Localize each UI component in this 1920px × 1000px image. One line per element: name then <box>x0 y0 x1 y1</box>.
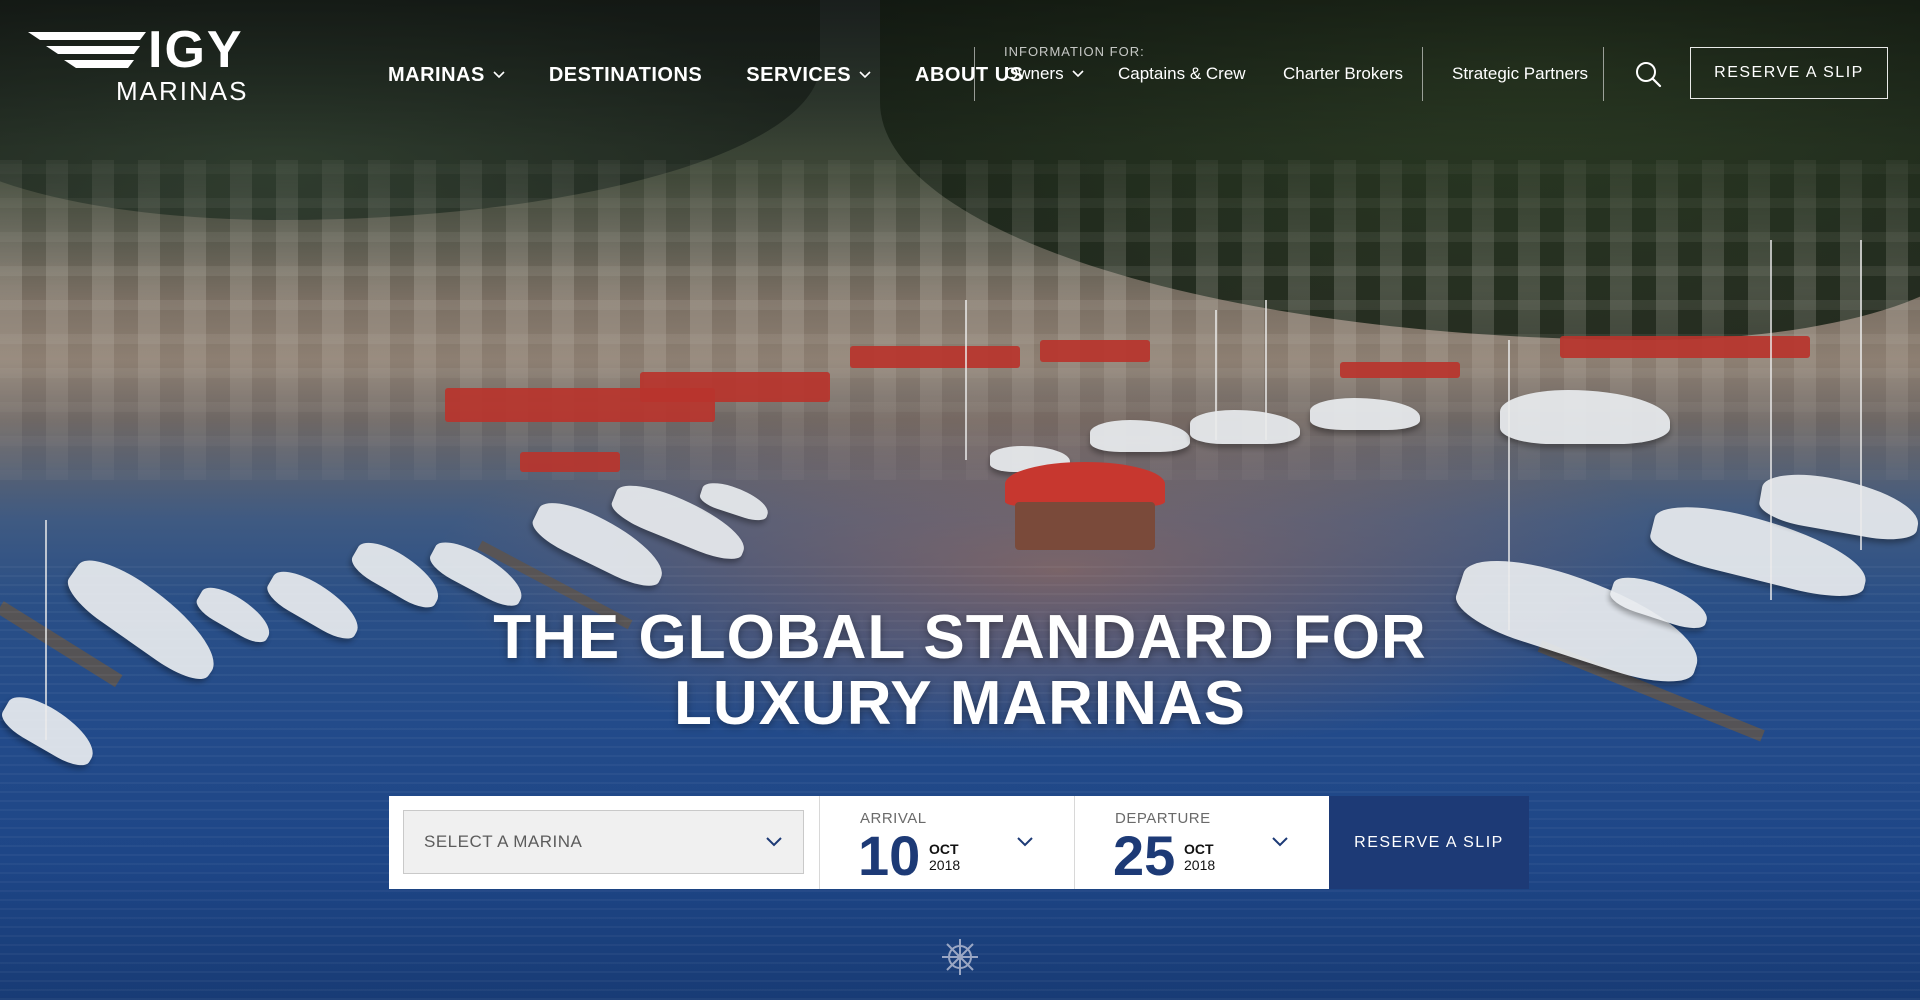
nav-strategic-partners[interactable]: Strategic Partners <box>1452 64 1588 84</box>
gazebo-base <box>1015 502 1155 550</box>
brand-logo[interactable]: IGY MARINAS <box>28 21 268 106</box>
chevron-down-icon <box>1072 70 1084 78</box>
logo-wordmark: IGY <box>148 21 244 79</box>
nav-charter-brokers-label: Charter Brokers <box>1283 64 1403 83</box>
nav-captains-crew-label: Captains & Crew <box>1118 64 1246 83</box>
hero-headline-line-2: LUXURY MARINAS <box>673 669 1247 738</box>
chevron-down-icon <box>493 71 505 79</box>
chevron-down-icon <box>766 837 782 847</box>
nav-captains-crew[interactable]: Captains & Crew <box>1118 64 1246 84</box>
main-navigation: MARINAS DESTINATIONS SERVICES ABOUT US <box>388 60 1068 90</box>
reserve-slip-button-label: RESERVE A SLIP <box>1354 833 1504 851</box>
nav-divider <box>1603 47 1604 101</box>
harbor-gazebo <box>995 462 1175 562</box>
nav-owners-label: Owners <box>1005 64 1064 83</box>
building-roof <box>640 372 830 402</box>
reserve-slip-header-label: RESERVE A SLIP <box>1714 64 1864 81</box>
gazebo-roof <box>1005 462 1165 506</box>
marina-select-placeholder: SELECT A MARINA <box>424 832 583 851</box>
nav-marinas-label: MARINAS <box>388 63 485 86</box>
departure-day: 25 <box>1113 824 1176 887</box>
nav-owners[interactable]: Owners <box>1005 64 1084 84</box>
logo-stripes-icon <box>28 32 146 68</box>
chevron-down-icon <box>859 71 871 79</box>
sailboat-mast <box>1265 300 1267 440</box>
arrival-date-picker[interactable]: ARRIVAL 10 OCT 2018 <box>820 796 1075 889</box>
nav-destinations[interactable]: DESTINATIONS <box>549 64 702 87</box>
nav-destinations-label: DESTINATIONS <box>548 63 703 86</box>
sailboat-mast <box>1770 240 1772 600</box>
building-roof <box>1560 336 1810 358</box>
booking-widget: SELECT A MARINA ARRIVAL 10 OCT 2018 DEPA… <box>389 796 1529 889</box>
building-roof <box>850 346 1020 368</box>
building-roof <box>1340 362 1460 378</box>
homepage: IGY MARINAS MARINAS DESTINATIONS SERVICE… <box>0 0 1920 1000</box>
logo-subtitle: MARINAS <box>116 76 249 106</box>
nav-divider <box>1422 47 1423 101</box>
nav-divider <box>974 47 975 101</box>
nav-services-label: SERVICES <box>746 63 852 86</box>
sailboat-mast <box>1860 240 1862 550</box>
departure-date-picker[interactable]: DEPARTURE 25 OCT 2018 <box>1075 796 1329 889</box>
nav-charter-brokers[interactable]: Charter Brokers <box>1283 64 1403 84</box>
departure-month: OCT <box>1184 841 1214 857</box>
reserve-slip-button[interactable]: RESERVE A SLIP <box>1329 796 1529 889</box>
arrival-day: 10 <box>858 824 921 887</box>
arrival-month: OCT <box>929 841 959 857</box>
site-header: IGY MARINAS MARINAS DESTINATIONS SERVICE… <box>0 0 1920 150</box>
nav-services[interactable]: SERVICES <box>746 64 871 87</box>
chevron-down-icon <box>1017 837 1033 847</box>
marina-select-cell: SELECT A MARINA <box>389 796 820 889</box>
sailboat-mast <box>1215 310 1217 440</box>
hero-headline-line-1: THE GLOBAL STANDARD FOR <box>493 603 1427 672</box>
ship-wheel-icon[interactable] <box>940 937 980 977</box>
reserve-slip-header-button[interactable]: RESERVE A SLIP <box>1690 47 1888 99</box>
sailboat-mast <box>965 300 967 460</box>
hero-headline: THE GLOBAL STANDARD FOR LUXURY MARINAS <box>360 605 1560 737</box>
nav-marinas[interactable]: MARINAS <box>388 64 505 87</box>
building-roof <box>1040 340 1150 362</box>
building-roof <box>520 452 620 472</box>
nav-strategic-partners-label: Strategic Partners <box>1452 64 1589 83</box>
information-for-label: INFORMATION FOR: <box>1004 44 1145 59</box>
marina-select[interactable]: SELECT A MARINA <box>403 810 804 874</box>
departure-year: 2018 <box>1184 857 1216 873</box>
arrival-year: 2018 <box>929 857 961 873</box>
chevron-down-icon <box>1272 837 1288 847</box>
search-icon[interactable] <box>1634 60 1662 88</box>
